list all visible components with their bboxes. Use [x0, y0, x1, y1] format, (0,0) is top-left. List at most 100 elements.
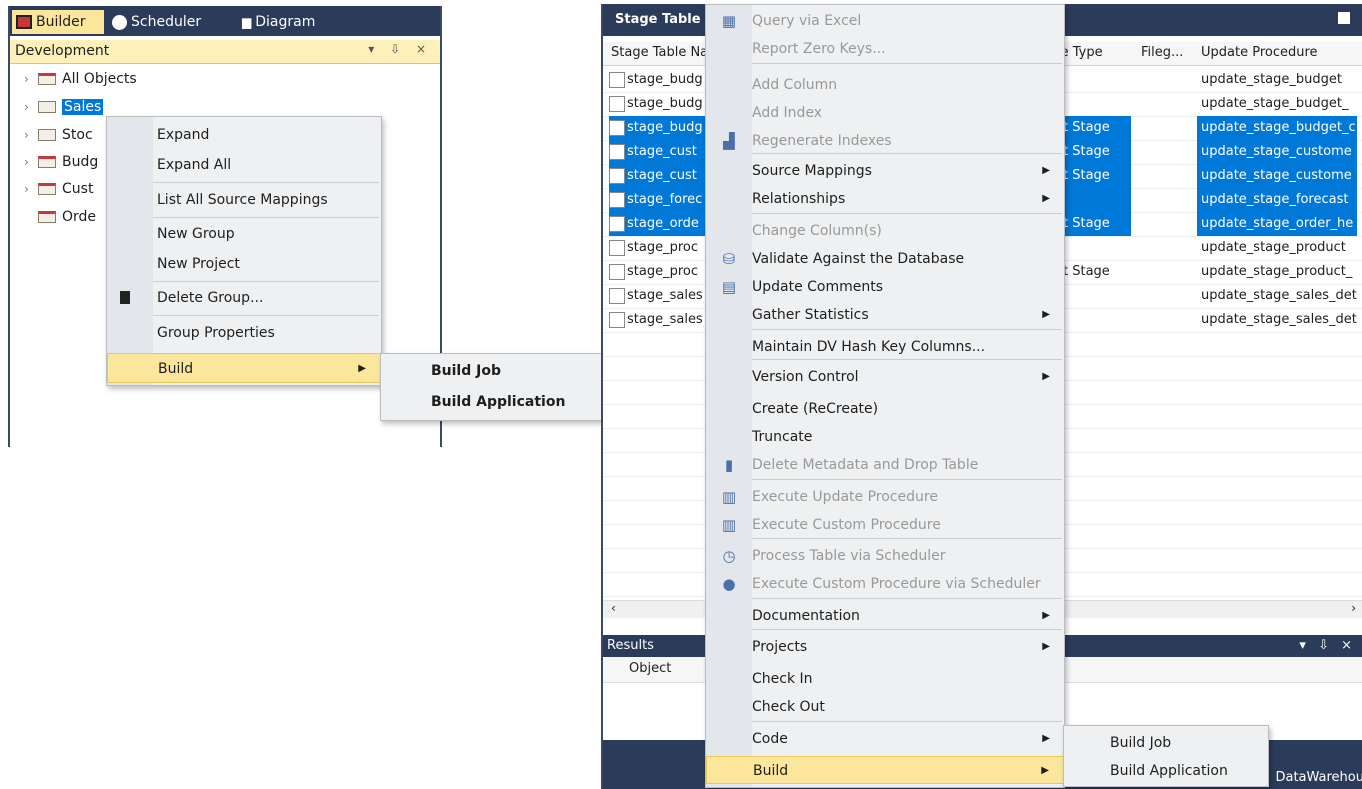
- menu-item-build-application-right[interactable]: Build Application: [1064, 756, 1268, 786]
- menu-item-build[interactable]: Build ▶: [107, 353, 381, 383]
- column-header-update-procedure[interactable]: Update Procedure: [1201, 45, 1318, 60]
- table-row-name[interactable]: stage_forec: [609, 188, 707, 212]
- menu-item-build-job-right[interactable]: Build Job: [1064, 728, 1268, 758]
- table-row-type[interactable]: [1061, 92, 1131, 116]
- expand-arrow-icon[interactable]: ›: [24, 68, 38, 90]
- status-text: DataWarehou: [1275, 770, 1362, 785]
- table-row-name[interactable]: stage_budg: [609, 68, 707, 92]
- tab-builder[interactable]: Builder: [12, 10, 104, 34]
- table-row-type[interactable]: t Stage: [1061, 164, 1131, 188]
- menu-item-add-column[interactable]: Add Column: [706, 71, 1064, 99]
- table-row-name[interactable]: stage_budg: [609, 116, 707, 140]
- expand-arrow-icon[interactable]: ›: [24, 96, 38, 118]
- stage-table-icon: [609, 263, 625, 280]
- menu-item-code[interactable]: Code ▶: [706, 725, 1064, 753]
- tab-scheduler[interactable]: Scheduler: [108, 10, 228, 34]
- folder-icon: [38, 129, 56, 141]
- table-row-procedure[interactable]: update_stage_budget_: [1197, 92, 1357, 116]
- menu-item-list-all-source-mappings[interactable]: List All Source Mappings: [107, 185, 381, 215]
- menu-item-validate-against-the-database[interactable]: ⛁ Validate Against the Database: [706, 245, 1064, 273]
- results-buttons[interactable]: ▾ ⇩ ×: [1299, 638, 1356, 653]
- table-row-type[interactable]: t Stage: [1061, 116, 1131, 140]
- menu-item-maintain-dv-hash-key-columns[interactable]: Maintain DV Hash Key Columns...: [706, 333, 1064, 361]
- table-row-procedure[interactable]: update_stage_order_he: [1197, 212, 1357, 236]
- table-row-type[interactable]: t Stage: [1061, 140, 1131, 164]
- tree-item-customer[interactable]: › Cust: [24, 178, 93, 200]
- pin-icon[interactable]: [1338, 12, 1350, 24]
- table-row-procedure[interactable]: update_stage_product_: [1197, 260, 1357, 284]
- menu-item-check-out[interactable]: Check Out: [706, 693, 1064, 721]
- menu-item-execute-custom-procedure[interactable]: ▥ Execute Custom Procedure: [706, 511, 1064, 539]
- menu-item-build[interactable]: Build ▶: [706, 756, 1064, 784]
- table-row-procedure[interactable]: update_stage_custome: [1197, 140, 1357, 164]
- table-row-procedure[interactable]: update_stage_sales_det: [1197, 284, 1357, 308]
- menu-item-add-index[interactable]: Add Index: [706, 99, 1064, 127]
- menu-item-execute-custom-procedure-via-scheduler[interactable]: ● Execute Custom Procedure via Scheduler: [706, 570, 1064, 598]
- table-row-procedure[interactable]: update_stage_product: [1197, 236, 1357, 260]
- tree-item-orders[interactable]: Orde: [24, 206, 96, 228]
- table-row-type[interactable]: [1061, 236, 1131, 260]
- scroll-left-icon[interactable]: ‹: [611, 601, 616, 615]
- menu-item-execute-update-procedure[interactable]: ▥ Execute Update Procedure: [706, 483, 1064, 511]
- table-row-name[interactable]: stage_proc: [609, 260, 707, 284]
- menu-item-query-via-excel[interactable]: ▦ Query via Excel: [706, 7, 1064, 35]
- menu-item-new-group[interactable]: New Group: [107, 219, 381, 249]
- table-row-name[interactable]: stage_cust: [609, 164, 707, 188]
- menu-item-version-control[interactable]: Version Control ▶: [706, 363, 1064, 391]
- menu-item-expand[interactable]: Expand: [107, 120, 381, 150]
- table-row-procedure[interactable]: update_stage_sales_det: [1197, 308, 1357, 332]
- table-row-name[interactable]: stage_sales: [609, 308, 707, 332]
- table-row-procedure[interactable]: update_stage_forecast: [1197, 188, 1357, 212]
- menu-item-change-column-s[interactable]: Change Column(s): [706, 217, 1064, 245]
- menu-item-relationships[interactable]: Relationships ▶: [706, 185, 1064, 213]
- expand-arrow-icon[interactable]: ›: [24, 178, 38, 200]
- table-row-procedure[interactable]: update_stage_budget: [1197, 68, 1357, 92]
- tree-item-sales[interactable]: › Sales: [24, 96, 104, 118]
- menu-item-source-mappings[interactable]: Source Mappings ▶: [706, 157, 1064, 185]
- table-row-name[interactable]: stage_cust: [609, 140, 707, 164]
- tree-item-stock[interactable]: › Stoc: [24, 124, 93, 146]
- table-row-procedure[interactable]: update_stage_custome: [1197, 164, 1357, 188]
- table-row-type[interactable]: t Stage: [1061, 212, 1131, 236]
- menu-item-delete-group[interactable]: Delete Group...: [107, 283, 381, 313]
- column-header-name[interactable]: Stage Table Na: [611, 45, 708, 60]
- table-row-name[interactable]: stage_proc: [609, 236, 707, 260]
- stage-table-icon: [609, 71, 625, 88]
- tree-item-budget[interactable]: › Budg: [24, 151, 98, 173]
- pane-buttons[interactable]: ▾ ⇩ ×: [368, 42, 432, 56]
- menu-item-new-project[interactable]: New Project: [107, 249, 381, 279]
- menu-item-build-job[interactable]: Build Job: [381, 356, 601, 386]
- table-row-name[interactable]: stage_budg: [609, 92, 707, 116]
- table-row-name[interactable]: stage_sales: [609, 284, 707, 308]
- menu-item-check-in[interactable]: Check In: [706, 665, 1064, 693]
- table-row-type[interactable]: [1061, 188, 1131, 212]
- menu-item-expand-all[interactable]: Expand All: [107, 150, 381, 180]
- menu-item-process-table-via-scheduler[interactable]: ◷ Process Table via Scheduler: [706, 542, 1064, 570]
- scroll-right-icon[interactable]: ›: [1351, 601, 1356, 615]
- menu-item-update-comments[interactable]: ▤ Update Comments: [706, 273, 1064, 301]
- table-row-type[interactable]: t Stage: [1061, 260, 1131, 284]
- menu-item-delete-metadata-and-drop-table[interactable]: ▮ Delete Metadata and Drop Table: [706, 451, 1064, 479]
- menu-item-truncate[interactable]: Truncate: [706, 423, 1064, 451]
- expand-arrow-icon[interactable]: ›: [24, 124, 38, 146]
- menu-item-create-recreate[interactable]: Create (ReCreate): [706, 395, 1064, 423]
- menu-item-report-zero-keys[interactable]: Report Zero Keys...: [706, 35, 1064, 63]
- row-name-text: stage_budg: [627, 120, 703, 135]
- column-header-filegroup[interactable]: Fileg...: [1141, 45, 1183, 60]
- table-row-procedure[interactable]: update_stage_budget_c: [1197, 116, 1357, 140]
- menu-item-regenerate-indexes[interactable]: ▟ Regenerate Indexes: [706, 127, 1064, 155]
- table-row-type[interactable]: [1061, 308, 1131, 332]
- results-column-object[interactable]: Object: [629, 661, 671, 676]
- table-row-type[interactable]: [1061, 68, 1131, 92]
- menu-item-gather-statistics[interactable]: Gather Statistics ▶: [706, 301, 1064, 329]
- table-row-type[interactable]: [1061, 284, 1131, 308]
- table-row-name[interactable]: stage_orde: [609, 212, 707, 236]
- tree-item-all-objects[interactable]: › All Objects: [24, 68, 137, 90]
- stage-table-context-menu: ▦ Query via Excel Report Zero Keys... Add C…: [705, 4, 1065, 788]
- menu-item-group-properties[interactable]: Group Properties: [107, 318, 381, 348]
- menu-item-build-application[interactable]: Build Application: [381, 387, 601, 417]
- menu-item-projects[interactable]: Projects ▶: [706, 633, 1064, 661]
- tab-diagram[interactable]: ▆ Diagram: [238, 10, 348, 34]
- expand-arrow-icon[interactable]: ›: [24, 151, 38, 173]
- menu-item-documentation[interactable]: Documentation ▶: [706, 602, 1064, 630]
